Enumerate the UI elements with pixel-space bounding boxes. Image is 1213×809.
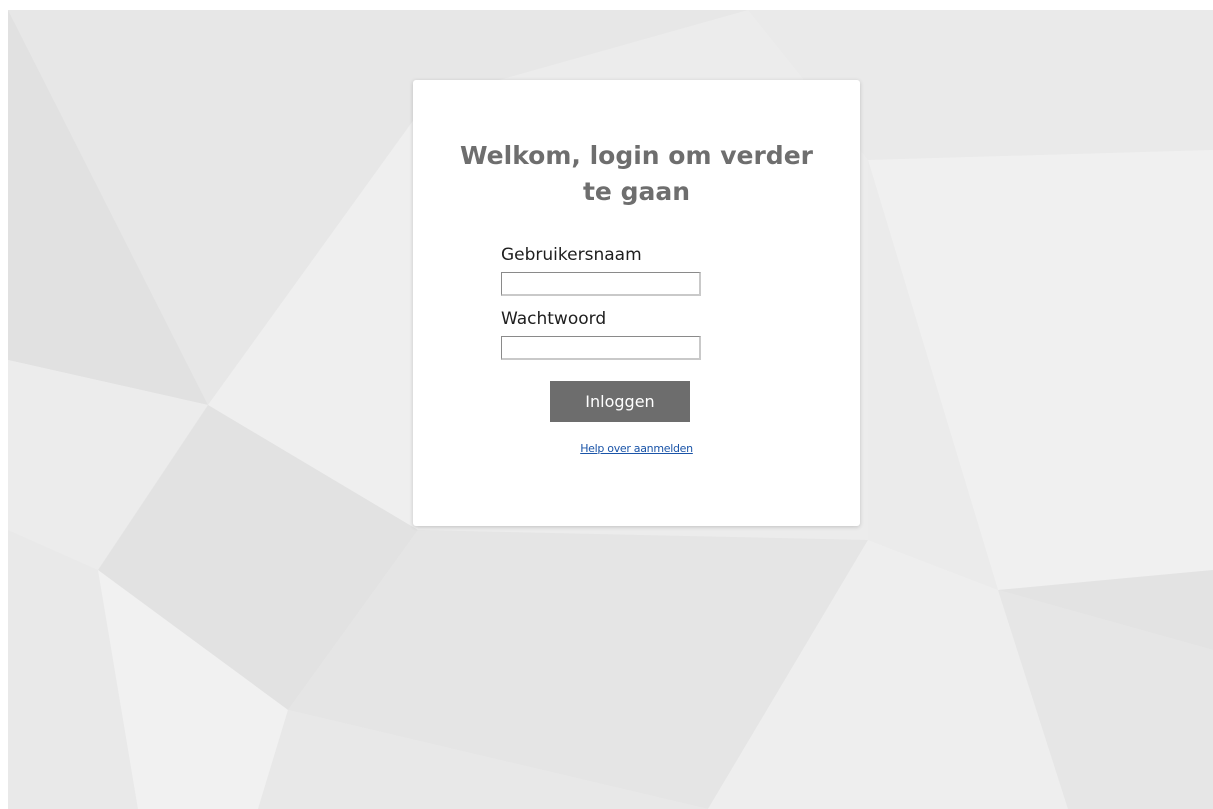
login-card: Welkom, login om verder te gaan Gebruike… xyxy=(413,80,860,526)
username-input[interactable] xyxy=(501,272,701,296)
username-label: Gebruikersnaam xyxy=(501,245,642,265)
password-label: Wachtwoord xyxy=(501,309,607,329)
help-login-link[interactable]: Help over aanmelden xyxy=(413,442,860,455)
login-title: Welkom, login om verder te gaan xyxy=(460,141,813,206)
password-input[interactable] xyxy=(501,336,701,360)
login-page: Welkom, login om verder te gaan Gebruike… xyxy=(0,0,1213,809)
login-button[interactable]: Inloggen xyxy=(550,381,690,422)
